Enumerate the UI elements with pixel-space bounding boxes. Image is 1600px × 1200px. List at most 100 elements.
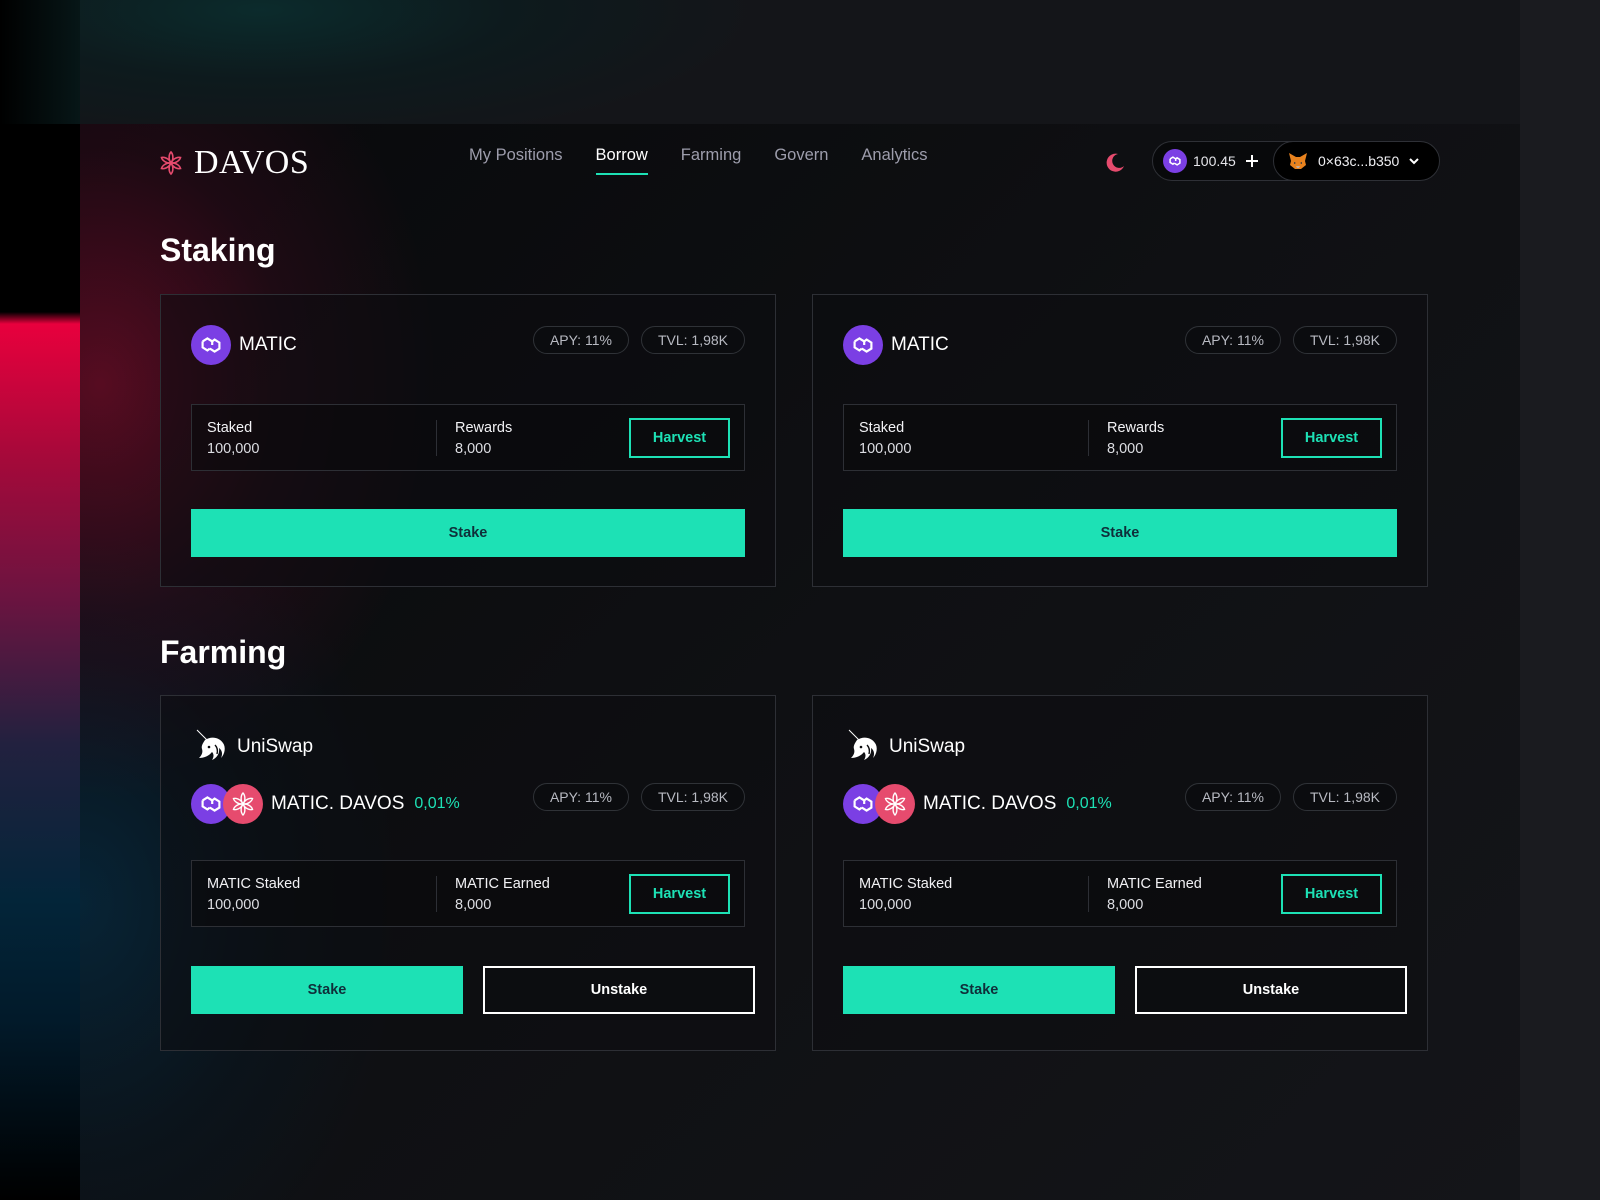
pair-name: MATIC. DAVOS: [923, 793, 1057, 814]
stats-box: MATIC Staked 100,000 MATIC Earned 8,000 …: [191, 860, 745, 927]
moon-icon[interactable]: [1104, 151, 1126, 173]
farming-card: UniSwap MATIC. DAVOS 0,01% APY: 11% TVL:…: [812, 695, 1428, 1051]
badges: APY: 11% TVL: 1,98K: [1184, 326, 1397, 354]
token-row: MATIC: [843, 325, 949, 365]
token-row: MATIC: [191, 325, 297, 365]
davos-flower-icon: [160, 150, 182, 176]
harvest-button[interactable]: Harvest: [629, 418, 730, 458]
staking-title: Staking: [160, 232, 276, 268]
dex-row: UniSwap: [193, 728, 313, 766]
divider: [1088, 876, 1089, 912]
dex-name: UniSwap: [889, 736, 966, 757]
unstake-button[interactable]: Unstake: [483, 966, 755, 1014]
nav-analytics[interactable]: Analytics: [861, 146, 927, 175]
stat-label: Rewards: [1107, 420, 1165, 436]
stat-matic-earned: MATIC Earned 8,000: [455, 874, 550, 916]
chevron-down-icon: [1409, 158, 1420, 165]
davos-flower-icon: [875, 784, 915, 824]
stat-value: 8,000: [1107, 897, 1144, 913]
logo-text: DAVOS: [194, 144, 310, 181]
uniswap-unicorn-icon: [196, 729, 225, 760]
farming-title: Farming: [160, 634, 287, 670]
header: DAVOS My Positions Borrow Farming Govern…: [80, 124, 1520, 198]
app-window: DAVOS My Positions Borrow Farming Govern…: [80, 124, 1520, 1200]
stat-label: MATIC Staked: [207, 876, 301, 892]
stat-rewards: Rewards 8,000: [1107, 418, 1164, 460]
main-nav: My Positions Borrow Farming Govern Analy…: [469, 146, 927, 175]
logo[interactable]: DAVOS: [158, 144, 309, 182]
stat-matic-staked: MATIC Staked 100,000: [859, 874, 952, 916]
tvl-badge: TVL: 1,98K: [1292, 326, 1397, 354]
pair-icons: [191, 784, 263, 824]
stake-button[interactable]: Stake: [191, 966, 463, 1014]
token-name: MATIC: [891, 334, 949, 355]
unstake-button[interactable]: Unstake: [1135, 966, 1407, 1014]
stat-rewards: Rewards 8,000: [455, 418, 512, 460]
wallet-address: 0×63c...b350: [1318, 153, 1400, 169]
stat-value: 8,000: [455, 897, 492, 913]
background-gradient-left: [0, 0, 80, 1200]
harvest-button[interactable]: Harvest: [1281, 418, 1382, 458]
staking-card: MATIC APY: 11% TVL: 1,98K Staked 100,000…: [812, 294, 1428, 587]
stat-label: MATIC Earned: [1107, 876, 1202, 892]
stats-box: Staked 100,000 Rewards 8,000 Harvest: [191, 404, 745, 471]
stats-box: Staked 100,000 Rewards 8,000 Harvest: [843, 404, 1397, 471]
harvest-button[interactable]: Harvest: [1281, 874, 1382, 914]
dex-name: UniSwap: [237, 736, 314, 757]
stat-value: 8,000: [455, 441, 492, 457]
polygon-matic-icon: [843, 325, 883, 365]
badges: APY: 11% TVL: 1,98K: [532, 326, 745, 354]
harvest-button[interactable]: Harvest: [629, 874, 730, 914]
metamask-fox-icon: [1289, 153, 1307, 169]
stat-staked: Staked 100,000: [207, 418, 259, 460]
staking-card: MATIC APY: 11% TVL: 1,98K Staked 100,000…: [160, 294, 776, 587]
pair-row: MATIC. DAVOS 0,01%: [191, 784, 460, 824]
polygon-matic-icon: [191, 325, 231, 365]
polygon-matic-icon: [1163, 149, 1187, 173]
apy-badge: APY: 11%: [1184, 783, 1281, 811]
divider: [436, 420, 437, 456]
divider: [1088, 420, 1089, 456]
wallet-button[interactable]: 0×63c...b350: [1273, 141, 1440, 181]
farming-card: UniSwap MATIC. DAVOS 0,01% APY: 11% TVL:…: [160, 695, 776, 1051]
stake-button[interactable]: Stake: [191, 509, 745, 557]
divider: [436, 876, 437, 912]
stat-value: 8,000: [1107, 441, 1144, 457]
stat-label: Staked: [859, 420, 905, 436]
stat-matic-earned: MATIC Earned 8,000: [1107, 874, 1202, 916]
pair-fee: 0,01%: [414, 795, 460, 812]
badges: APY: 11% TVL: 1,98K: [1184, 783, 1397, 811]
stat-value: 100,000: [207, 441, 260, 457]
balance-value: 100.45: [1193, 153, 1236, 169]
background-right: [1520, 0, 1600, 1200]
stat-value: 100,000: [207, 897, 260, 913]
pair-row: MATIC. DAVOS 0,01%: [843, 784, 1112, 824]
dex-row: UniSwap: [845, 728, 965, 766]
tvl-badge: TVL: 1,98K: [640, 326, 745, 354]
tvl-badge: TVL: 1,98K: [1292, 783, 1397, 811]
background-corner: [0, 0, 80, 124]
stat-staked: Staked 100,000: [859, 418, 911, 460]
stat-label: MATIC Earned: [455, 876, 550, 892]
background-gradient-top: [80, 0, 1520, 124]
token-name: MATIC: [239, 334, 297, 355]
apy-badge: APY: 11%: [532, 783, 629, 811]
pair-fee: 0,01%: [1066, 795, 1112, 812]
stake-button[interactable]: Stake: [843, 966, 1115, 1014]
davos-flower-icon: [223, 784, 263, 824]
pair-name: MATIC. DAVOS: [271, 793, 405, 814]
nav-my-positions[interactable]: My Positions: [469, 146, 563, 175]
badges: APY: 11% TVL: 1,98K: [532, 783, 745, 811]
apy-badge: APY: 11%: [1184, 326, 1281, 354]
stat-label: Staked: [207, 420, 253, 436]
stat-value: 100,000: [859, 897, 912, 913]
stat-value: 100,000: [859, 441, 912, 457]
nav-farming[interactable]: Farming: [681, 146, 742, 175]
stat-matic-staked: MATIC Staked 100,000: [207, 874, 300, 916]
plus-icon[interactable]: [1244, 153, 1260, 169]
nav-borrow[interactable]: Borrow: [595, 146, 649, 175]
stake-button[interactable]: Stake: [843, 509, 1397, 557]
tvl-badge: TVL: 1,98K: [640, 783, 745, 811]
pair-icons: [843, 784, 915, 824]
nav-govern[interactable]: Govern: [774, 146, 828, 175]
